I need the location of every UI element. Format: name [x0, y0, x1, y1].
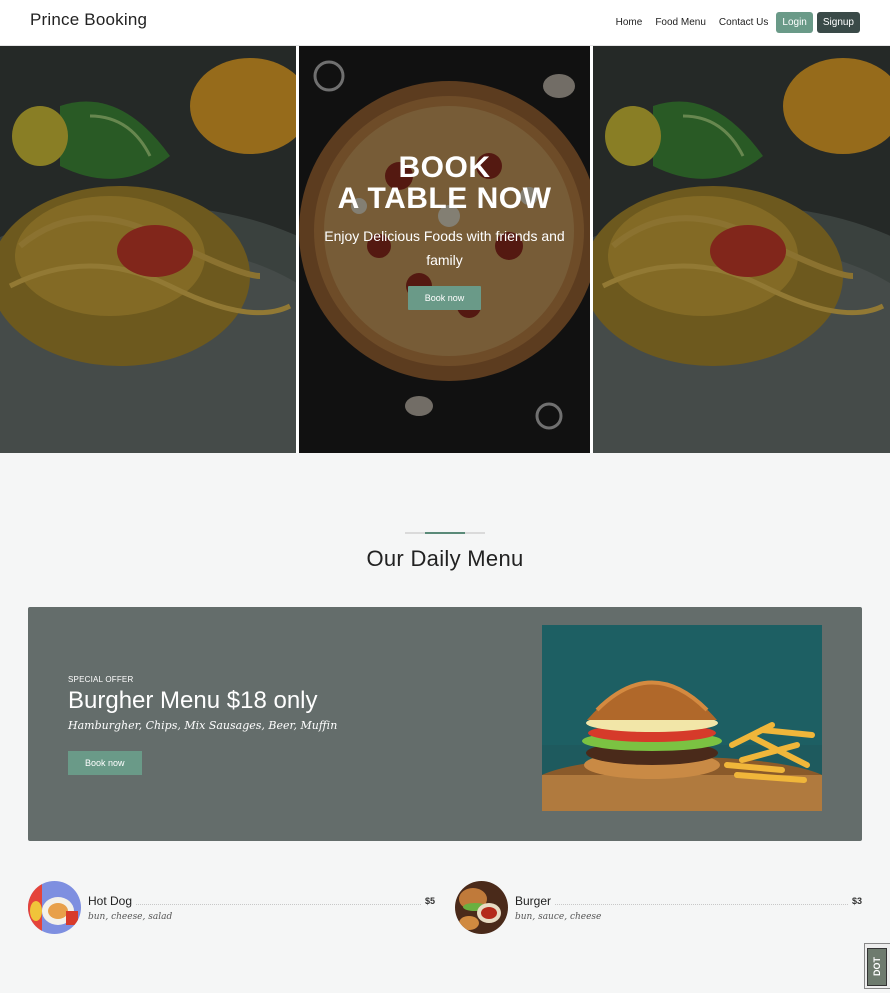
hero-section: BOOK A TABLE NOW Enjoy Delicious Foods w… — [0, 46, 890, 453]
hero-title-line1: BOOK — [398, 151, 491, 184]
hero-image-pasta-left — [0, 46, 296, 453]
nav-home-link[interactable]: Home — [616, 13, 643, 32]
burger-name: Burger — [515, 894, 556, 908]
nav-links: Home Food Menu Contact Us Login Signup — [603, 12, 860, 33]
hot-dog-leader-dots — [88, 904, 435, 905]
signup-button[interactable]: Signup — [816, 12, 860, 33]
offer-items: Hamburgher, Chips, Mix Sausages, Beer, M… — [68, 719, 338, 732]
special-offer-card: SPECIAL OFFER Burgher Menu $18 only Hamb… — [28, 607, 862, 841]
hero-content: BOOK A TABLE NOW Enjoy Delicious Foods w… — [299, 152, 590, 310]
brand-logo[interactable]: Prince Booking — [30, 10, 147, 30]
section-title: Our Daily Menu — [366, 546, 524, 571]
hot-dog-thumbnail — [28, 881, 81, 934]
login-button[interactable]: Login — [776, 12, 813, 33]
burger-leader-dots — [515, 904, 862, 905]
hero-subtitle: Enjoy Delicious Foods with friends and f… — [324, 228, 565, 268]
section-divider — [405, 532, 485, 534]
hot-dog-description: bun, cheese, salad — [88, 912, 173, 922]
offer-kicker: SPECIAL OFFER — [68, 675, 134, 684]
hot-dog-price: $5 — [420, 896, 435, 906]
navbar: Prince Booking Home Food Menu Contact Us… — [0, 0, 890, 46]
burger-description: bun, sauce, cheese — [515, 912, 602, 922]
hero-title-line2: A TABLE NOW — [337, 182, 552, 215]
offer-title: Burgher Menu $18 only — [68, 687, 318, 714]
burger-price: $3 — [847, 896, 862, 906]
hero-title: BOOK A TABLE NOW — [299, 152, 590, 214]
nav-contact-link[interactable]: Contact Us — [719, 13, 768, 32]
menu-item-burger[interactable]: Burger $3 bun, sauce, cheese — [455, 881, 862, 935]
hero-book-now-button[interactable]: Book now — [407, 286, 482, 310]
hot-dog-name: Hot Dog — [88, 894, 137, 908]
burger-image — [542, 625, 822, 811]
burger-thumbnail — [455, 881, 508, 934]
offer-book-now-button[interactable]: Book now — [68, 751, 142, 775]
hero-image-pasta-right — [593, 46, 890, 453]
dot-badge-label: DOT — [867, 948, 887, 986]
nav-food-menu-link[interactable]: Food Menu — [655, 13, 706, 32]
divider-accent — [425, 532, 465, 534]
menu-item-hot-dog[interactable]: Hot Dog $5 bun, cheese, salad — [28, 881, 435, 935]
dot-badge[interactable]: DOT — [864, 943, 890, 989]
